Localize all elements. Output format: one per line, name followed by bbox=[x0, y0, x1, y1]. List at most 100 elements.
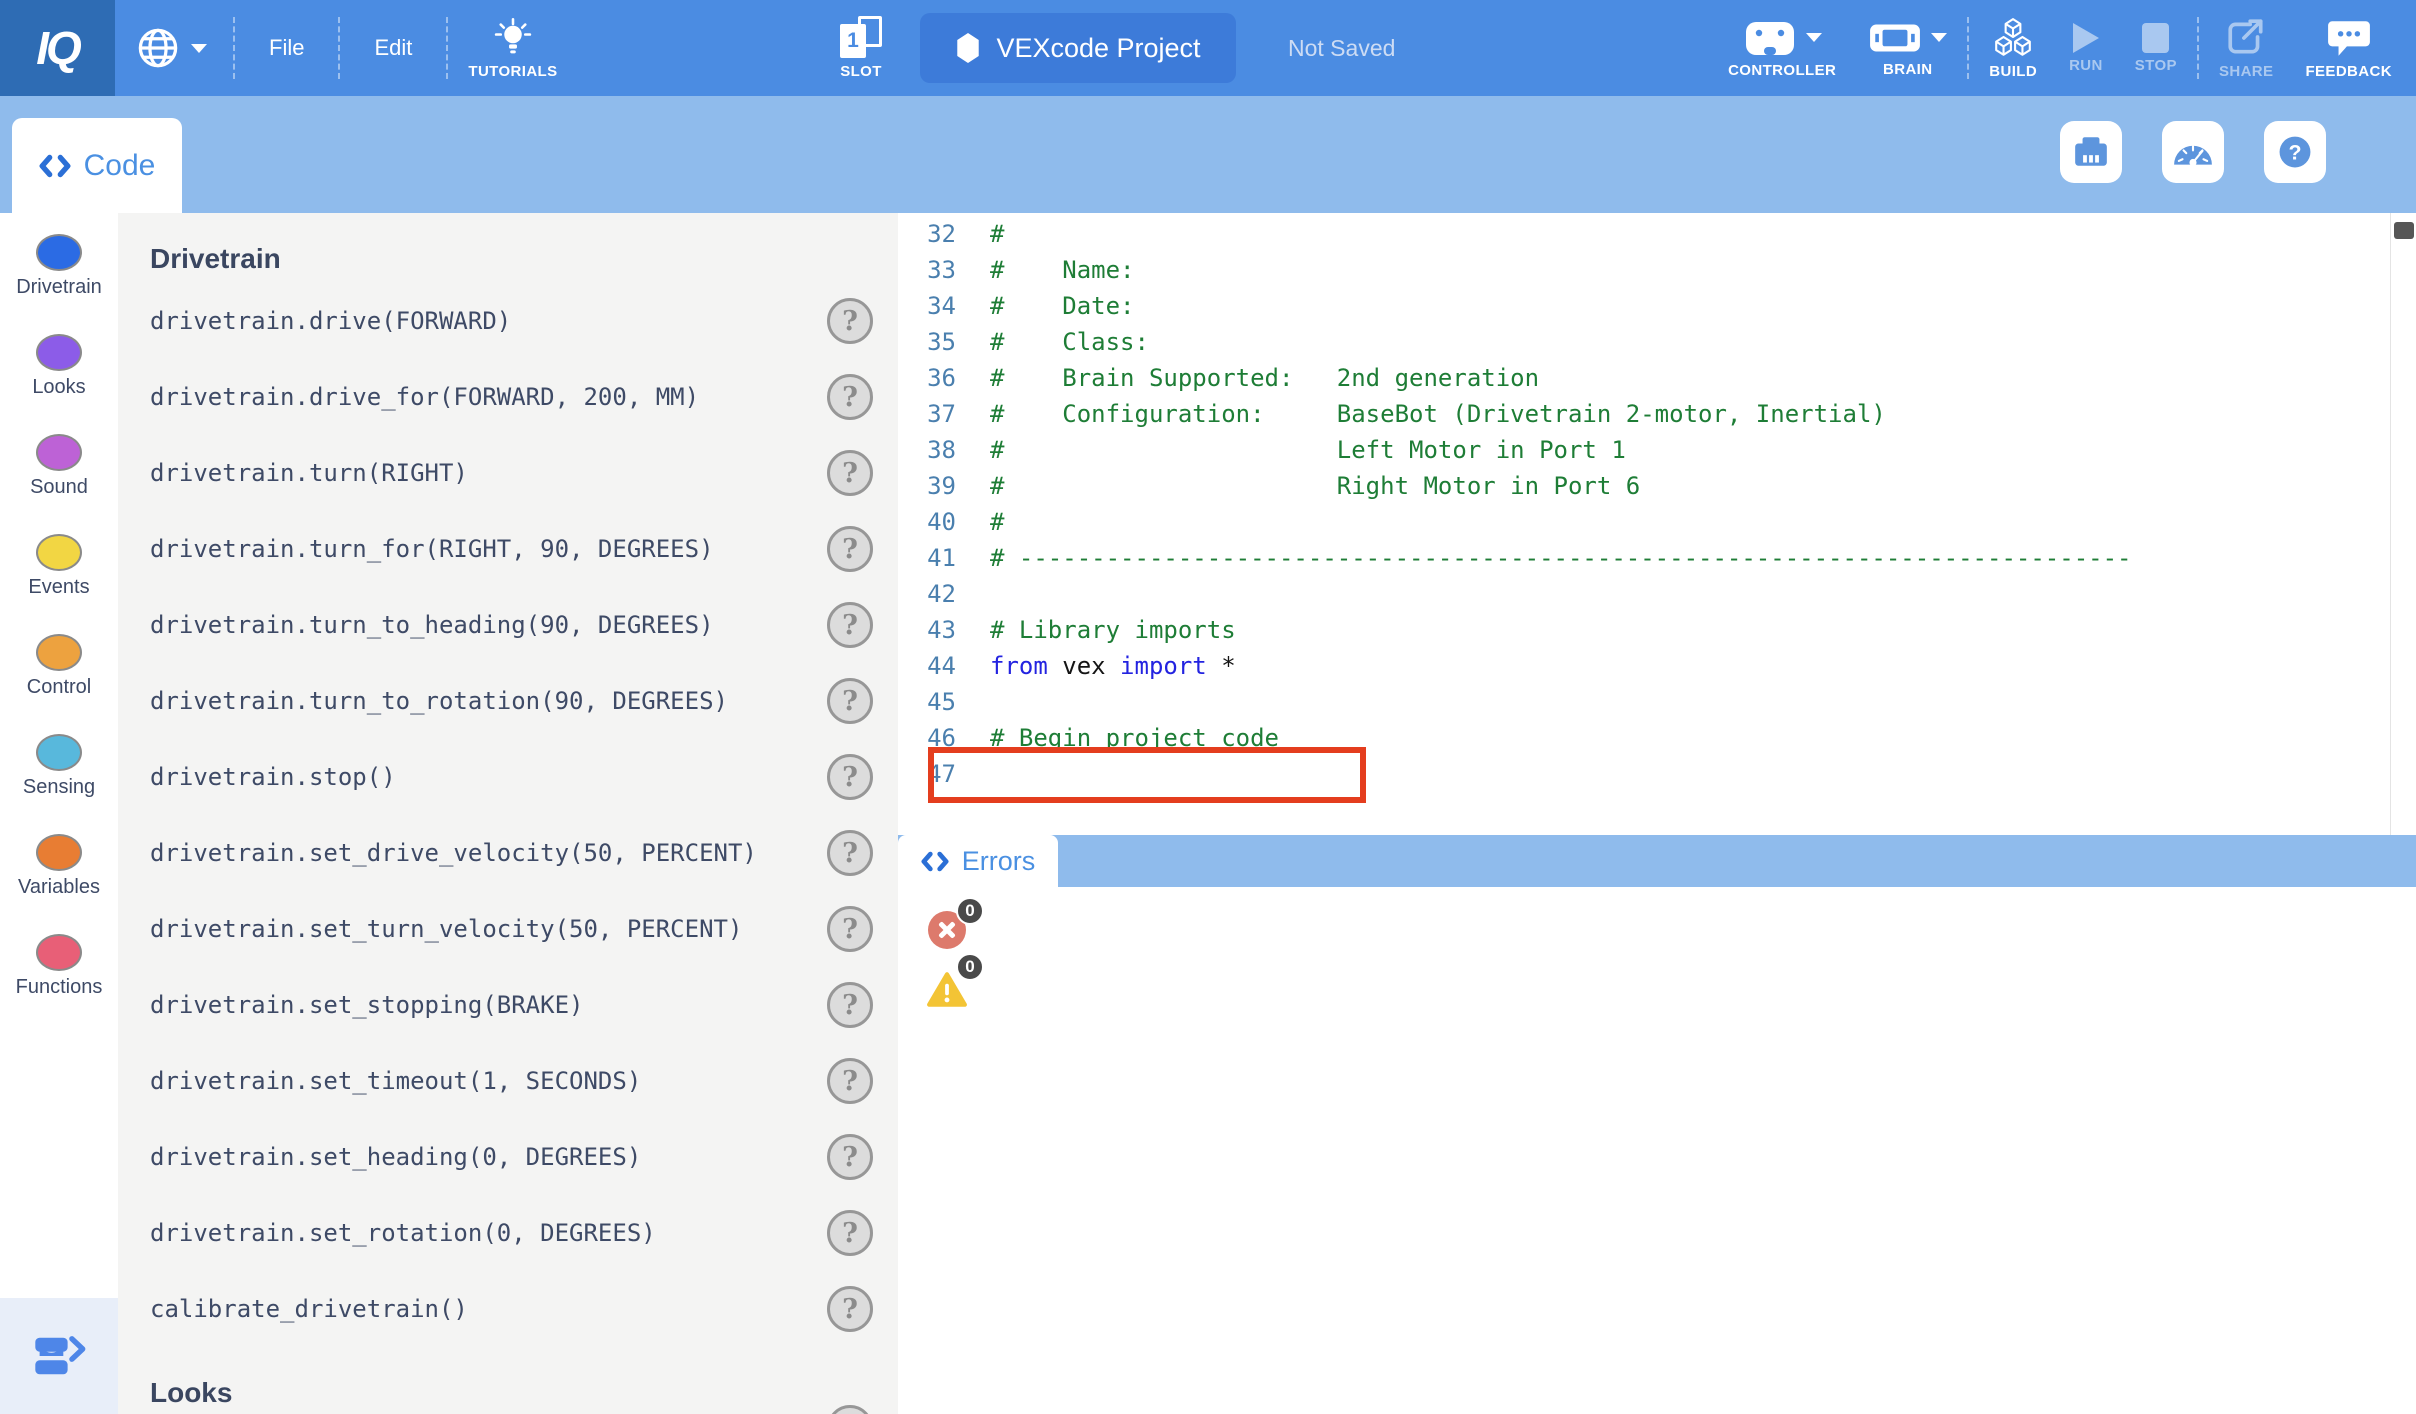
sidebar-item-variables[interactable]: Variables bbox=[0, 821, 118, 921]
code-line-35[interactable]: 35# Class: bbox=[898, 324, 2416, 360]
command-text[interactable]: drivetrain.set_heading(0, DEGREES) bbox=[150, 1143, 641, 1171]
code-editor[interactable]: 32#33# Name:34# Date:35# Class:36# Brain… bbox=[898, 213, 2416, 792]
code-line-36[interactable]: 36# Brain Supported: 2nd generation bbox=[898, 360, 2416, 396]
command-next-section-title: Looks bbox=[150, 1377, 898, 1409]
help-button[interactable]: ? bbox=[827, 1058, 873, 1104]
command-text[interactable]: drivetrain.set_turn_velocity(50, PERCENT… bbox=[150, 915, 742, 943]
command-text[interactable]: drivetrain.turn_to_heading(90, DEGREES) bbox=[150, 611, 714, 639]
line-number: 38 bbox=[898, 436, 956, 464]
scrollbar-thumb[interactable] bbox=[2394, 222, 2414, 239]
help-button[interactable]: ? bbox=[827, 906, 873, 952]
code-line-45[interactable]: 45 bbox=[898, 684, 2416, 720]
share-icon bbox=[2225, 17, 2267, 59]
command-row: drivetrain.turn_to_heading(90, DEGREES)? bbox=[118, 587, 898, 663]
line-number: 36 bbox=[898, 364, 956, 392]
feedback-button[interactable]: FEEDBACK bbox=[2289, 0, 2408, 96]
command-text[interactable]: drivetrain.stop() bbox=[150, 763, 396, 791]
code-line-text: # Left Motor in Port 1 bbox=[990, 436, 1626, 464]
code-line-34[interactable]: 34# Date: bbox=[898, 288, 2416, 324]
feedback-bubble-icon bbox=[2326, 17, 2372, 59]
file-menu[interactable]: File bbox=[239, 0, 334, 96]
help-button[interactable]: ? bbox=[827, 526, 873, 572]
help-button[interactable]: ? bbox=[827, 1286, 873, 1332]
command-list: drivetrain.drive(FORWARD)? drivetrain.dri… bbox=[118, 283, 898, 1347]
help-button[interactable]: ? bbox=[827, 1210, 873, 1256]
switch-blocks-icon bbox=[31, 1332, 87, 1380]
help-button[interactable]: ? bbox=[827, 450, 873, 496]
line-number: 39 bbox=[898, 472, 956, 500]
tutorials-button[interactable]: TUTORIALS bbox=[452, 0, 573, 96]
edit-menu[interactable]: Edit bbox=[344, 0, 442, 96]
help-button[interactable]: ? bbox=[827, 982, 873, 1028]
slot-button[interactable]: 1 SLOT bbox=[840, 0, 882, 96]
sidebar-item-control[interactable]: Control bbox=[0, 621, 118, 721]
code-line-38[interactable]: 38 # Left Motor in Port 1 bbox=[898, 432, 2416, 468]
help-button[interactable]: ? bbox=[2264, 121, 2326, 183]
help-button[interactable]: ? bbox=[827, 1134, 873, 1180]
code-line-41[interactable]: 41# ------------------------------------… bbox=[898, 540, 2416, 576]
category-label: Functions bbox=[16, 976, 103, 999]
sidebar-item-drivetrain[interactable]: Drivetrain bbox=[0, 221, 118, 321]
sidebar-item-events[interactable]: Events bbox=[0, 521, 118, 621]
help-button[interactable]: ? bbox=[827, 830, 873, 876]
language-menu[interactable] bbox=[115, 0, 229, 96]
help-button[interactable]: ? bbox=[827, 298, 873, 344]
line-number: 44 bbox=[898, 652, 956, 680]
category-color-dot bbox=[36, 334, 82, 371]
command-text[interactable]: drivetrain.set_drive_velocity(50, PERCEN… bbox=[150, 839, 757, 867]
code-brackets-icon bbox=[921, 850, 949, 873]
help-button[interactable]: ? bbox=[827, 602, 873, 648]
command-text[interactable]: drivetrain.set_stopping(BRAKE) bbox=[150, 991, 583, 1019]
command-text[interactable]: drivetrain.turn(RIGHT) bbox=[150, 459, 468, 487]
tab-code[interactable]: Code bbox=[12, 118, 182, 213]
run-button[interactable]: RUN bbox=[2053, 0, 2119, 96]
help-button[interactable]: ? bbox=[827, 678, 873, 724]
command-text[interactable]: drivetrain.set_timeout(1, SECONDS) bbox=[150, 1067, 641, 1095]
project-name-button[interactable]: VEXcode Project bbox=[920, 13, 1236, 83]
brain-button[interactable]: BRAIN bbox=[1852, 0, 1963, 96]
command-text[interactable]: drivetrain.set_rotation(0, DEGREES) bbox=[150, 1219, 656, 1247]
command-row: drivetrain.turn(RIGHT)? bbox=[118, 435, 898, 511]
code-line-text: # --------------------------------------… bbox=[990, 544, 2132, 572]
sidebar-item-functions[interactable]: Functions bbox=[0, 921, 118, 1021]
device-info-button[interactable] bbox=[2060, 121, 2122, 183]
code-line-40[interactable]: 40# bbox=[898, 504, 2416, 540]
share-button[interactable]: SHARE bbox=[2203, 0, 2290, 96]
code-line-42[interactable]: 42 bbox=[898, 576, 2416, 612]
tab-errors[interactable]: Errors bbox=[898, 835, 1058, 887]
toggle-blocks-button[interactable] bbox=[0, 1298, 118, 1414]
code-line-text: # Name: bbox=[990, 256, 1135, 284]
help-button[interactable]: ? bbox=[827, 754, 873, 800]
command-text[interactable]: drivetrain.drive(FORWARD) bbox=[150, 307, 511, 335]
editor-scrollbar[interactable] bbox=[2390, 213, 2416, 835]
help-button[interactable]: ? bbox=[827, 374, 873, 420]
annotation-highlight-box bbox=[928, 747, 1366, 803]
command-row: drivetrain.turn_to_rotation(90, DEGREES)… bbox=[118, 663, 898, 739]
code-line-39[interactable]: 39# Right Motor in Port 6 bbox=[898, 468, 2416, 504]
warning-count-badge: 0 bbox=[956, 953, 984, 981]
dashboard-gauge-button[interactable] bbox=[2162, 121, 2224, 183]
command-text[interactable]: drivetrain.turn_to_rotation(90, DEGREES) bbox=[150, 687, 728, 715]
code-line-text: from vex import * bbox=[990, 652, 1236, 680]
sidebar-item-sound[interactable]: Sound bbox=[0, 421, 118, 521]
build-button[interactable]: BUILD bbox=[1973, 0, 2053, 96]
editor-toolbar-buttons: ? bbox=[2060, 121, 2326, 183]
chevron-down-icon bbox=[191, 44, 207, 53]
sidebar-item-looks[interactable]: Looks bbox=[0, 321, 118, 421]
command-text[interactable]: drivetrain.turn_for(RIGHT, 90, DEGREES) bbox=[150, 535, 714, 563]
code-line-43[interactable]: 43# Library imports bbox=[898, 612, 2416, 648]
chevron-down-icon bbox=[1931, 33, 1947, 42]
code-line-33[interactable]: 33# Name: bbox=[898, 252, 2416, 288]
code-line-44[interactable]: 44 from vex import * bbox=[898, 648, 2416, 684]
code-line-37[interactable]: 37# Configuration: BaseBot (Drivetrain 2… bbox=[898, 396, 2416, 432]
code-line-32[interactable]: 32# bbox=[898, 216, 2416, 252]
controller-button[interactable]: CONTROLLER bbox=[1712, 0, 1852, 96]
category-color-dot bbox=[36, 734, 82, 771]
stop-button[interactable]: STOP bbox=[2119, 0, 2193, 96]
command-text[interactable]: calibrate_drivetrain() bbox=[150, 1295, 468, 1323]
line-number: 40 bbox=[898, 508, 956, 536]
code-line-text: # Class: bbox=[990, 328, 1149, 356]
sidebar-item-sensing[interactable]: Sensing bbox=[0, 721, 118, 821]
command-row: calibrate_drivetrain()? bbox=[118, 1271, 898, 1347]
command-text[interactable]: drivetrain.drive_for(FORWARD, 200, MM) bbox=[150, 383, 699, 411]
